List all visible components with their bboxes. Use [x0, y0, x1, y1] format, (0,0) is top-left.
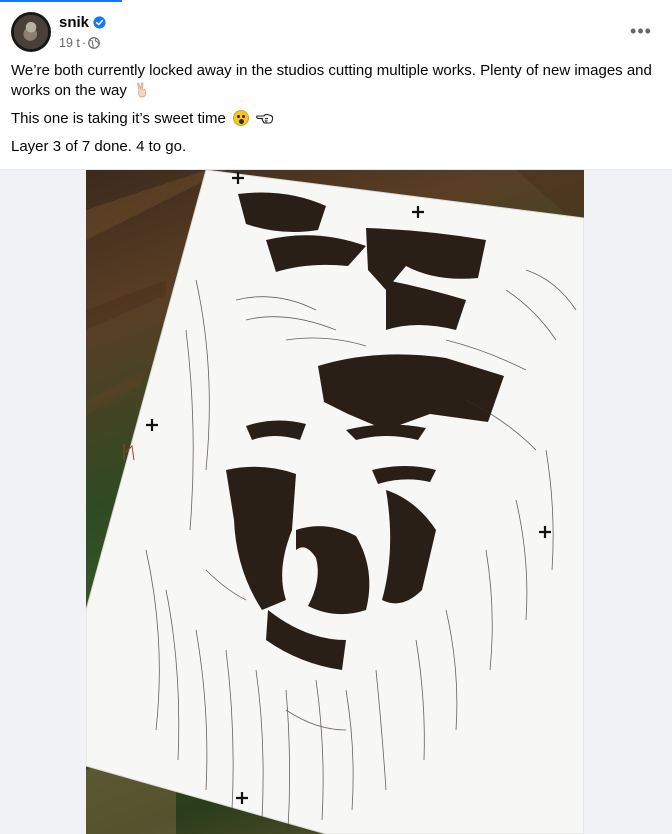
post-meta: 19 t ·	[59, 36, 100, 50]
message-text-1: We’re both currently locked away in the …	[11, 62, 652, 99]
post-message: We’re both currently locked away in the …	[11, 61, 661, 165]
pointing-left-hand-emoji	[256, 110, 274, 126]
post-timestamp[interactable]: 19 t	[59, 36, 80, 50]
author-avatar[interactable]	[11, 12, 51, 52]
message-text-3: Layer 3 of 7 done. 4 to go.	[11, 138, 187, 155]
photo-illustration	[86, 170, 584, 834]
victory-hand-emoji	[134, 82, 150, 98]
post-header: snik 19 t · •••	[0, 0, 672, 62]
more-options-button[interactable]: •••	[624, 18, 658, 44]
verified-badge-icon	[93, 16, 106, 29]
author-name-row: snik	[59, 14, 106, 31]
message-paragraph-1: We’re both currently locked away in the …	[11, 61, 661, 101]
feed-post: snik 19 t · ••• We’re both currently loc…	[0, 0, 672, 834]
message-text-2: This one is taking it’s sweet time	[11, 110, 226, 127]
astonished-face-emoji	[232, 110, 249, 126]
message-paragraph-3: Layer 3 of 7 done. 4 to go.	[11, 137, 661, 157]
post-photo[interactable]	[86, 170, 584, 834]
media-container	[0, 170, 672, 834]
meta-separator: ·	[81, 36, 87, 50]
globe-icon[interactable]	[88, 37, 100, 49]
author-name[interactable]: snik	[59, 14, 89, 31]
message-paragraph-2: This one is taking it’s sweet time	[11, 109, 661, 129]
more-options-icon: •••	[630, 20, 652, 41]
